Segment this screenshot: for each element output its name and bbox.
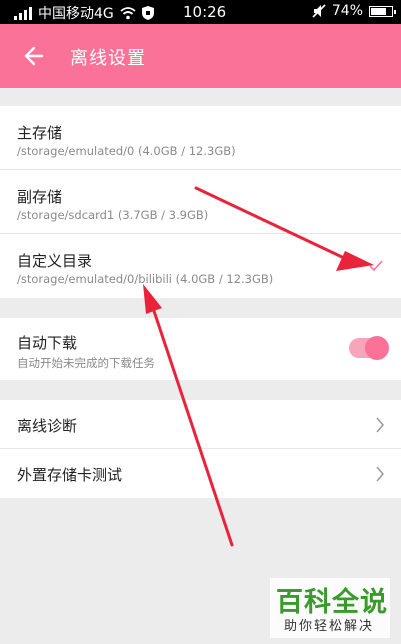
annotation-arrows: [143, 186, 374, 547]
annotation-arrow-right: [194, 186, 374, 271]
watermark-subtitle: 助你轻松解决: [284, 619, 375, 634]
annotation-arrow-up: [143, 284, 234, 547]
watermark-logo: 百科全说 助你轻松解决: [270, 578, 390, 638]
watermark-title: 百科全说: [276, 587, 388, 618]
